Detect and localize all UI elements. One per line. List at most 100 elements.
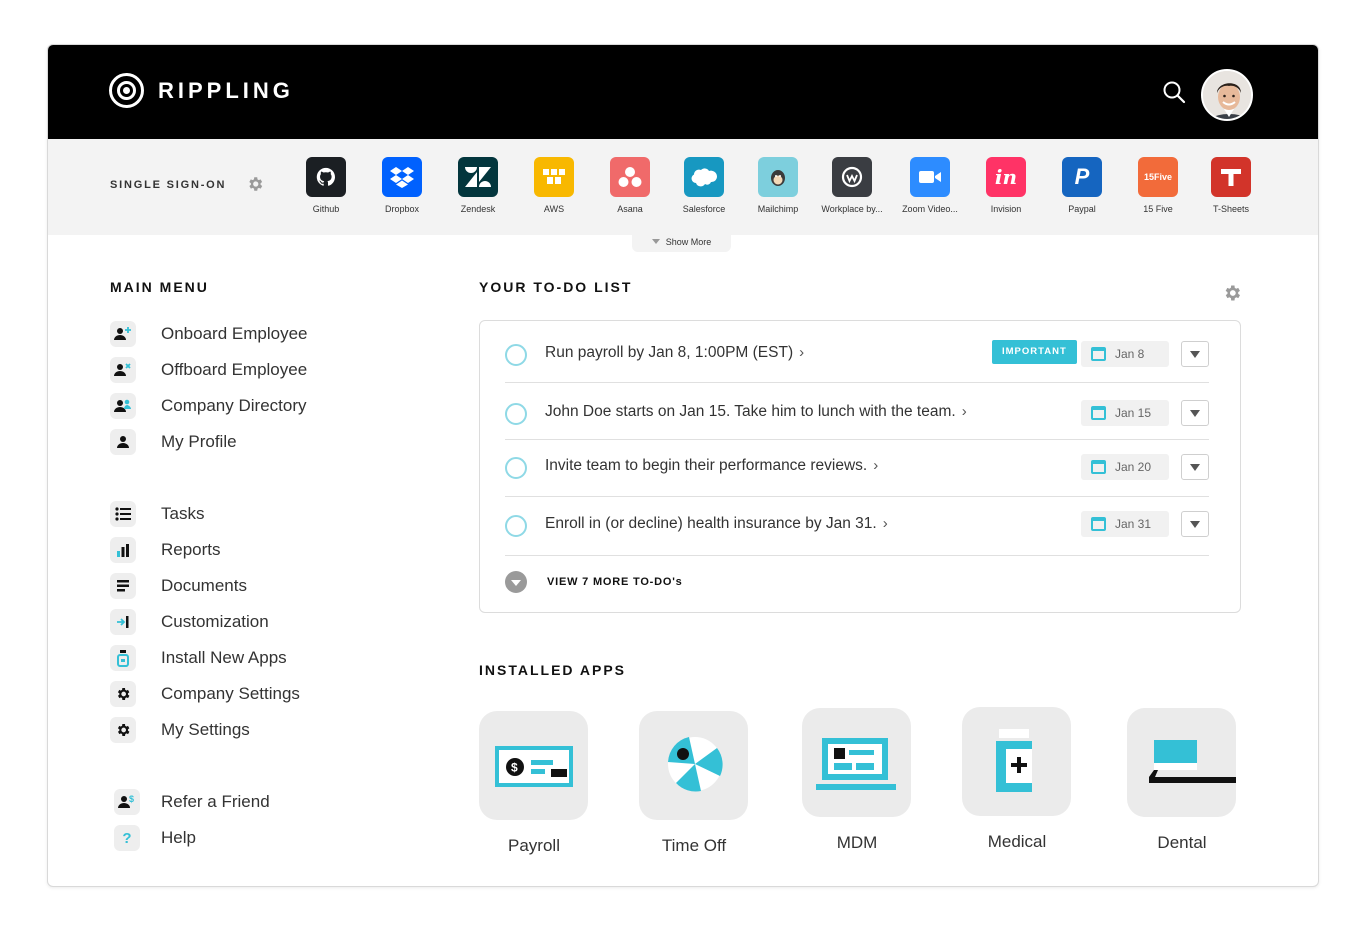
sso-app-asana[interactable]: Asana bbox=[590, 157, 670, 214]
todo-dropdown-button[interactable] bbox=[1181, 454, 1209, 480]
sso-app-tsheets[interactable]: T-Sheets bbox=[1191, 157, 1271, 214]
menu-item-refer-a-friend[interactable]: $ Refer a Friend bbox=[114, 789, 270, 815]
todo-title: YOUR TO-DO LIST bbox=[479, 279, 633, 295]
help-icon: ? bbox=[114, 825, 140, 851]
svg-text:$: $ bbox=[129, 794, 134, 804]
paypal-icon: P bbox=[1062, 157, 1102, 197]
menu-item-customization[interactable]: Customization bbox=[110, 609, 269, 635]
menu-item-install-new-apps[interactable]: Install New Apps bbox=[110, 645, 287, 671]
installed-apps-title: INSTALLED APPS bbox=[479, 662, 627, 678]
installed-app-label: Time Off bbox=[661, 836, 727, 855]
menu-item-label: Offboard Employee bbox=[161, 360, 308, 379]
sso-app-15five[interactable]: 15Five 15 Five bbox=[1118, 157, 1198, 214]
refer-friend-icon: $ bbox=[114, 789, 140, 815]
menu-item-label: Tasks bbox=[161, 504, 205, 523]
sso-app-zendesk[interactable]: Zendesk bbox=[438, 157, 518, 214]
due-date-chip[interactable]: Jan 8 bbox=[1081, 341, 1169, 367]
menu-item-label: Reports bbox=[161, 540, 221, 559]
asana-icon bbox=[610, 157, 650, 197]
show-more-label: Show More bbox=[665, 237, 712, 247]
laptop-icon bbox=[802, 708, 911, 817]
installed-app-label: Medical bbox=[987, 832, 1047, 851]
due-date-chip[interactable]: Jan 15 bbox=[1081, 400, 1169, 426]
zoom-video-icon bbox=[910, 157, 950, 197]
menu-item-company-settings[interactable]: Company Settings bbox=[110, 681, 300, 707]
todo-checkbox[interactable] bbox=[505, 403, 527, 425]
sso-app-invision[interactable]: in Invision bbox=[966, 157, 1046, 214]
menu-item-onboard-employee[interactable]: Onboard Employee bbox=[110, 321, 307, 347]
todo-text[interactable]: John Doe starts on Jan 15. Take him to l… bbox=[545, 403, 967, 421]
todo-item[interactable]: Run payroll by Jan 8, 1:00PM (EST) › IMPO… bbox=[505, 327, 1209, 383]
installed-app-time-off[interactable]: Time Off bbox=[639, 711, 749, 856]
todo-checkbox[interactable] bbox=[505, 515, 527, 537]
calendar-icon bbox=[1091, 406, 1106, 420]
menu-item-label: Documents bbox=[161, 576, 247, 595]
menu-item-offboard-employee[interactable]: Offboard Employee bbox=[110, 357, 307, 383]
tasks-icon bbox=[110, 501, 136, 527]
chevron-right-icon: › bbox=[882, 515, 888, 532]
todo-item[interactable]: John Doe starts on Jan 15. Take him to l… bbox=[505, 383, 1209, 440]
menu-item-my-settings[interactable]: My Settings bbox=[110, 717, 250, 743]
avatar-face-icon bbox=[1203, 71, 1251, 119]
installed-app-mdm[interactable]: MDM bbox=[802, 708, 912, 853]
person-icon bbox=[110, 429, 136, 455]
menu-item-documents[interactable]: Documents bbox=[110, 573, 247, 599]
sso-title: SINGLE SIGN-ON bbox=[110, 179, 227, 191]
important-badge: IMPORTANT bbox=[992, 340, 1077, 364]
todo-text[interactable]: Run payroll by Jan 8, 1:00PM (EST) › bbox=[545, 344, 804, 362]
menu-item-reports[interactable]: Reports bbox=[110, 537, 221, 563]
sso-app-workplace[interactable]: Workplace by... bbox=[812, 157, 892, 214]
sso-settings-gear-icon[interactable] bbox=[246, 175, 264, 193]
sso-app-aws[interactable]: AWS bbox=[514, 157, 594, 214]
caret-down-icon bbox=[1190, 409, 1200, 417]
due-date-chip[interactable]: Jan 20 bbox=[1081, 454, 1169, 480]
sso-app-paypal[interactable]: P Paypal bbox=[1042, 157, 1122, 214]
sso-app-label: Dropbox bbox=[384, 204, 420, 214]
view-more-todos-button[interactable]: VIEW 7 MORE TO-DO's bbox=[505, 571, 683, 593]
person-plus-icon bbox=[110, 321, 136, 347]
installed-app-medical[interactable]: Medical bbox=[962, 707, 1072, 852]
menu-item-company-directory[interactable]: Company Directory bbox=[110, 393, 307, 419]
bar-chart-icon bbox=[110, 537, 136, 563]
due-date: Jan 15 bbox=[1115, 406, 1152, 420]
todo-card: Run payroll by Jan 8, 1:00PM (EST) › IMPO… bbox=[479, 320, 1241, 613]
installed-app-label: Payroll bbox=[508, 836, 560, 855]
search-icon[interactable] bbox=[1162, 80, 1186, 104]
todo-dropdown-button[interactable] bbox=[1181, 341, 1209, 367]
todo-text[interactable]: Invite team to begin their performance r… bbox=[545, 457, 878, 475]
due-date-chip[interactable]: Jan 31 bbox=[1081, 511, 1169, 537]
show-more-button[interactable]: Show More bbox=[632, 234, 731, 252]
todo-item[interactable]: Invite team to begin their performance r… bbox=[505, 440, 1209, 497]
todo-dropdown-button[interactable] bbox=[1181, 400, 1209, 426]
gear-icon bbox=[110, 717, 136, 743]
sso-app-dropbox[interactable]: Dropbox bbox=[362, 157, 442, 214]
todo-item[interactable]: Enroll in (or decline) health insurance … bbox=[505, 497, 1209, 556]
sso-app-label: Asana bbox=[617, 204, 643, 214]
menu-item-help[interactable]: ? Help bbox=[114, 825, 196, 851]
todo-text-label: Run payroll by Jan 8, 1:00PM (EST) bbox=[545, 344, 794, 361]
installed-app-label: Dental bbox=[1157, 833, 1207, 852]
todo-checkbox[interactable] bbox=[505, 457, 527, 479]
aws-icon bbox=[534, 157, 574, 197]
sso-app-mailchimp[interactable]: Mailchimp bbox=[738, 157, 818, 214]
sso-app-salesforce[interactable]: Salesforce bbox=[664, 157, 744, 214]
menu-item-tasks[interactable]: Tasks bbox=[110, 501, 204, 527]
menu-item-my-profile[interactable]: My Profile bbox=[110, 429, 237, 455]
dropbox-icon bbox=[382, 157, 422, 197]
sso-bar: SINGLE SIGN-ON Github Dropbox Zendesk AW… bbox=[48, 139, 1318, 235]
sso-app-zoom[interactable]: Zoom Video... bbox=[890, 157, 970, 214]
todo-dropdown-button[interactable] bbox=[1181, 511, 1209, 537]
todo-checkbox[interactable] bbox=[505, 344, 527, 366]
sso-app-label: Paypal bbox=[1068, 204, 1096, 214]
due-date: Jan 8 bbox=[1115, 347, 1145, 361]
sso-app-github[interactable]: Github bbox=[286, 157, 366, 214]
tsheets-icon bbox=[1211, 157, 1251, 197]
todo-text[interactable]: Enroll in (or decline) health insurance … bbox=[545, 515, 888, 533]
installed-app-payroll[interactable]: $ Payroll bbox=[479, 711, 589, 856]
user-avatar[interactable] bbox=[1201, 69, 1253, 121]
sso-app-label: Zoom Video... bbox=[902, 204, 958, 214]
todo-settings-gear-icon[interactable] bbox=[1222, 283, 1242, 303]
rippling-logo[interactable]: RIPPLING bbox=[109, 73, 294, 108]
installed-app-dental[interactable]: Dental bbox=[1127, 708, 1237, 853]
sso-app-label: T-Sheets bbox=[1212, 204, 1250, 214]
